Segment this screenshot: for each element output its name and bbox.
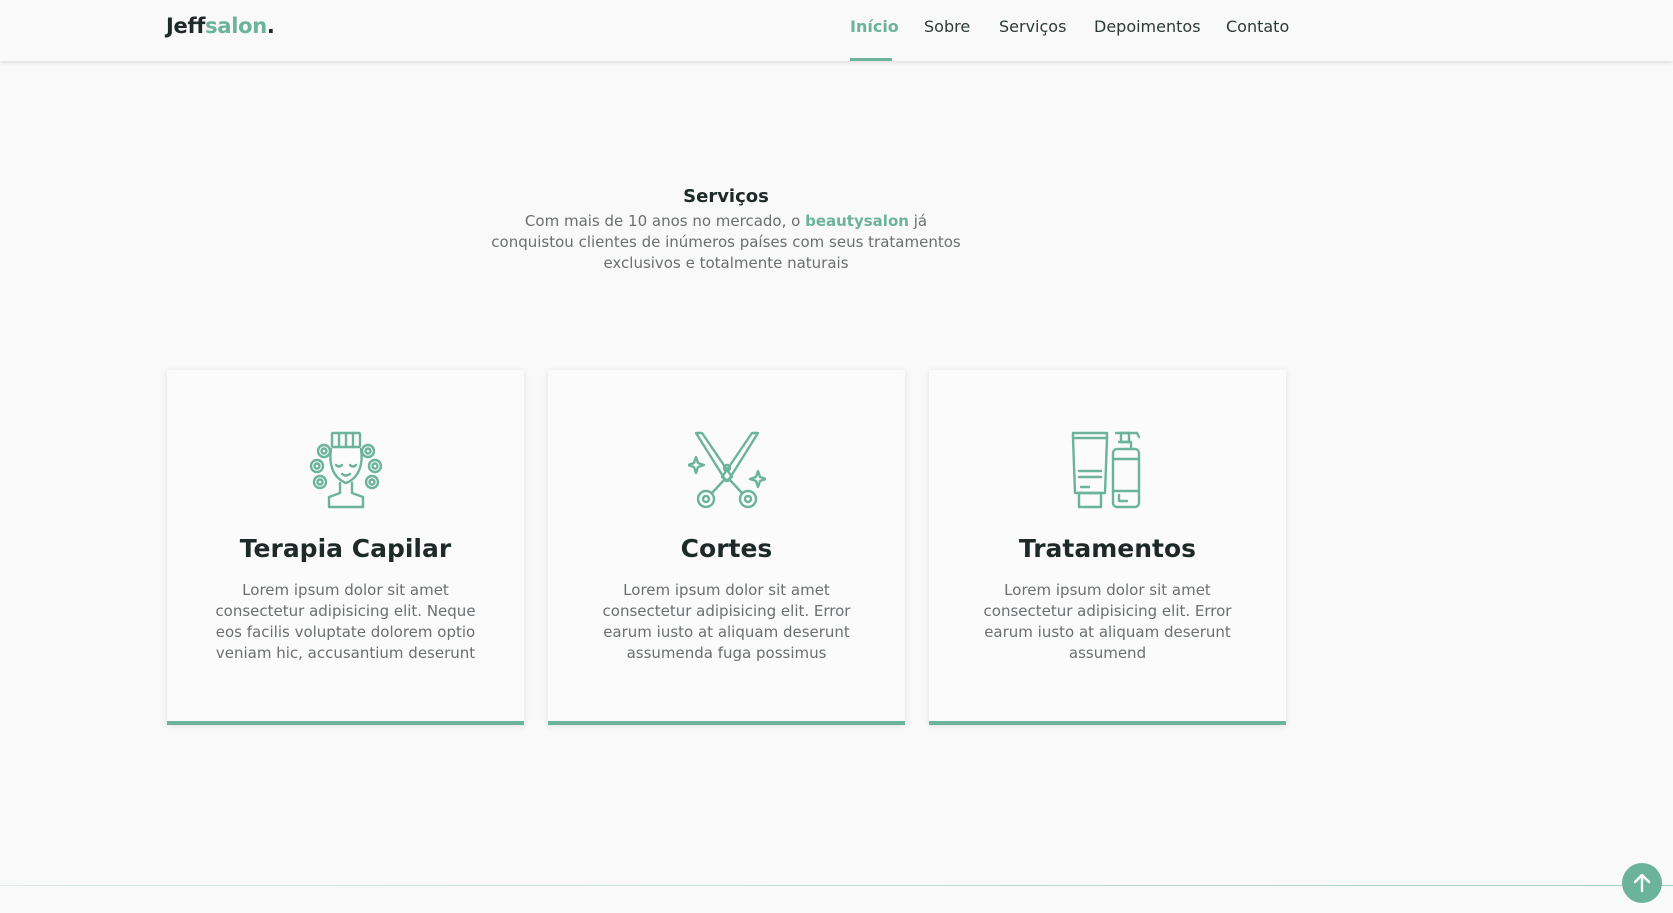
service-card-cortes: Cortes Lorem ipsum dolor sit amet consec… xyxy=(548,370,905,725)
nav-servicos[interactable]: Serviços xyxy=(999,17,1066,36)
service-card-terapia-capilar: Terapia Capilar Lorem ipsum dolor sit am… xyxy=(167,370,524,725)
logo-primary: Jeff xyxy=(166,14,206,38)
card-text: Lorem ipsum dolor sit amet consectetur a… xyxy=(602,581,851,662)
services-desc-before: Com mais de 10 anos no mercado, o xyxy=(524,212,806,230)
site-header: Jeffsalon. Início Sobre Serviços Depoime… xyxy=(0,0,1673,61)
active-nav-indicator xyxy=(850,58,892,61)
card-text: Lorem ipsum dolor sit amet consectetur a… xyxy=(983,581,1232,662)
scissors-icon xyxy=(686,431,768,509)
nav-contato[interactable]: Contato xyxy=(1226,17,1289,36)
arrow-up-icon xyxy=(1631,872,1653,894)
card-text: Lorem ipsum dolor sit amet consectetur a… xyxy=(215,581,476,662)
service-card-tratamentos: Tratamentos Lorem ipsum dolor sit amet c… xyxy=(929,370,1286,725)
services-description: Com mais de 10 anos no mercado, o beauty… xyxy=(486,211,966,274)
brand-highlight: beautysalon xyxy=(805,212,909,230)
logo-dot: . xyxy=(266,14,275,38)
nav-depoimentos[interactable]: Depoimentos xyxy=(1094,17,1201,36)
services-title: Serviços xyxy=(683,186,769,207)
card-title: Terapia Capilar xyxy=(239,534,452,563)
logo-accent: salon xyxy=(205,14,267,38)
nav-sobre[interactable]: Sobre xyxy=(924,17,970,36)
cosmetics-bottles-icon xyxy=(1069,431,1147,509)
card-title: Cortes xyxy=(680,534,773,563)
logo[interactable]: Jeffsalon. xyxy=(166,14,275,38)
back-to-top-button[interactable] xyxy=(1622,863,1662,903)
card-title: Tratamentos xyxy=(1018,534,1197,563)
hair-curlers-icon xyxy=(307,431,385,509)
nav-inicio[interactable]: Início xyxy=(850,17,899,36)
footer-divider xyxy=(0,885,1673,886)
